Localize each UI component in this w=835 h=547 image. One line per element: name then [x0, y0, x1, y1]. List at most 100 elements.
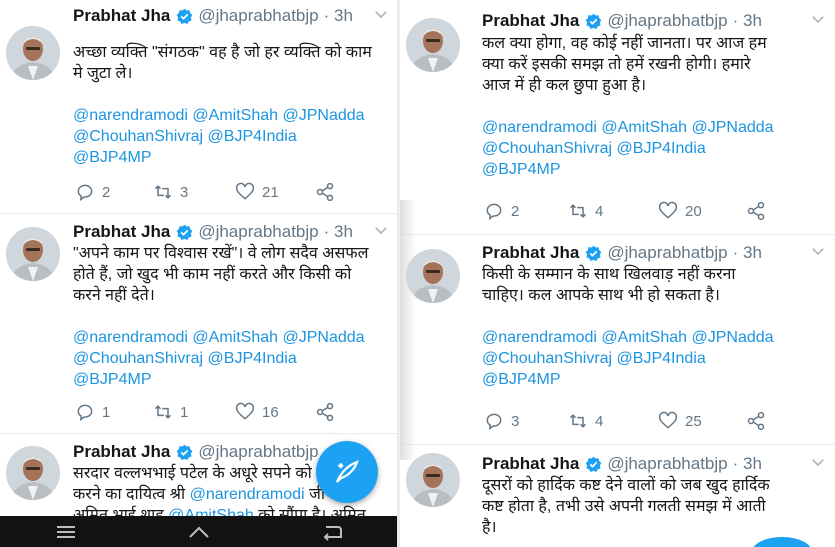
- mention-links[interactable]: @ChouhanShivraj @BJP4India: [482, 348, 821, 369]
- retweet-button[interactable]: 3: [153, 182, 235, 202]
- author-name[interactable]: Prabhat Jha: [482, 11, 579, 31]
- like-button[interactable]: 25: [658, 411, 746, 431]
- mention-links[interactable]: @ChouhanShivraj @BJP4India: [73, 126, 384, 147]
- author-name[interactable]: Prabhat Jha: [482, 454, 579, 474]
- tweet-time: · 3h: [732, 454, 762, 473]
- tweet-card[interactable]: Prabhat Jha @jhaprabhatbjp · 3h कल क्या …: [400, 0, 835, 235]
- like-count: 20: [685, 202, 702, 220]
- author-handle[interactable]: @jhaprabhatbjp: [198, 222, 318, 242]
- mention-links[interactable]: @BJP4MP: [73, 147, 384, 168]
- right-screenshot-panel: Prabhat Jha @jhaprabhatbjp · 3h कल क्या …: [400, 0, 835, 547]
- reply-button[interactable]: 3: [484, 411, 568, 431]
- mention-link[interactable]: @narendramodi: [190, 486, 305, 503]
- reply-icon: [486, 413, 502, 431]
- avatar[interactable]: [406, 18, 460, 72]
- reply-button[interactable]: 2: [484, 201, 568, 221]
- verified-badge-icon: [177, 224, 193, 240]
- tweet-header: Prabhat Jha @jhaprabhatbjp · 3h: [482, 452, 827, 476]
- author-handle[interactable]: @jhaprabhatbjp: [198, 6, 318, 26]
- chevron-down-icon[interactable]: [372, 221, 390, 239]
- chevron-down-icon[interactable]: [809, 453, 827, 471]
- reply-icon: [486, 203, 502, 221]
- menu-icon[interactable]: [53, 522, 79, 542]
- like-button[interactable]: 16: [235, 402, 315, 422]
- author-name[interactable]: Prabhat Jha: [73, 6, 170, 26]
- tweet-card[interactable]: Prabhat Jha @jhaprabhatbjp · 3h किसी के …: [400, 235, 835, 445]
- avatar[interactable]: [6, 227, 60, 281]
- share-icon: [316, 182, 334, 202]
- retweet-count: 3: [180, 183, 189, 201]
- verified-badge-icon: [586, 245, 602, 261]
- tweet-text-line: कल क्या होगा, वह कोई नहीं जानता। पर आज ह…: [482, 35, 767, 52]
- back-icon[interactable]: [319, 522, 345, 542]
- mention-links[interactable]: @ChouhanShivraj @BJP4India: [73, 348, 384, 369]
- avatar[interactable]: [6, 26, 60, 80]
- mention-links[interactable]: @narendramodi @AmitShah @JPNadda: [482, 327, 821, 348]
- compose-tweet-button[interactable]: [316, 441, 378, 503]
- share-button[interactable]: [315, 402, 335, 422]
- like-button[interactable]: 20: [658, 201, 746, 221]
- share-button[interactable]: [315, 182, 335, 202]
- tweet-text-line: क्या करें इसकी समझ तो हमें रखनी होगी। हम…: [482, 56, 751, 73]
- home-icon[interactable]: [186, 522, 212, 542]
- mention-links[interactable]: @narendramodi @AmitShah @JPNadda: [73, 105, 384, 126]
- author-handle[interactable]: @jhaprabhatbjp: [607, 11, 727, 31]
- share-button[interactable]: [746, 411, 766, 431]
- avatar[interactable]: [6, 446, 60, 500]
- reply-count: 2: [511, 202, 520, 220]
- retweet-icon: [569, 414, 587, 428]
- tweet-text-line: करने नहीं देते।: [73, 287, 155, 304]
- tweet-text-line: किसी के सम्मान के साथ खिलवाड़ नहीं करना: [482, 266, 736, 283]
- like-count: 21: [262, 183, 279, 201]
- share-button[interactable]: [746, 201, 766, 221]
- retweet-count: 4: [595, 202, 604, 220]
- tweet-text: किसी के सम्मान के साथ खिलवाड़ नहीं करना …: [482, 264, 821, 390]
- reply-button[interactable]: 2: [75, 182, 153, 202]
- mention-links[interactable]: @BJP4MP: [73, 369, 384, 390]
- retweet-count: 4: [595, 412, 604, 430]
- retweet-button[interactable]: 4: [568, 411, 658, 431]
- tweet-text-line: कष्ट होता है, तभी उसे अपनी गलती समझ में …: [482, 498, 766, 515]
- chevron-down-icon[interactable]: [809, 242, 827, 260]
- like-count: 16: [262, 403, 279, 421]
- share-icon: [316, 402, 334, 422]
- tweet-card[interactable]: Prabhat Jha @jhaprabhatbjp · 3h अच्छा व्…: [0, 0, 398, 214]
- author-name[interactable]: Prabhat Jha: [73, 442, 170, 462]
- chevron-down-icon[interactable]: [809, 10, 827, 28]
- mention-links[interactable]: @narendramodi @AmitShah @JPNadda: [73, 327, 384, 348]
- mention-links[interactable]: @narendramodi @AmitShah @JPNadda: [482, 117, 821, 138]
- retweet-button[interactable]: 4: [568, 201, 658, 221]
- like-count: 25: [685, 412, 702, 430]
- reply-icon: [77, 404, 93, 422]
- reply-count: 2: [102, 183, 111, 201]
- reply-icon: [77, 184, 93, 202]
- tweet-time: · 3h: [732, 11, 762, 30]
- mention-links[interactable]: @BJP4MP: [482, 159, 821, 180]
- author-handle[interactable]: @jhaprabhatbjp: [607, 243, 727, 263]
- tweet-text: दूसरों को हार्दिक कष्ट देने वालों को जब …: [482, 475, 829, 538]
- author-name[interactable]: Prabhat Jha: [482, 243, 579, 263]
- chevron-down-icon[interactable]: [372, 5, 390, 23]
- retweet-button[interactable]: 1: [153, 402, 235, 422]
- reply-button[interactable]: 1: [75, 402, 153, 422]
- author-handle[interactable]: @jhaprabhatbjp: [198, 442, 318, 462]
- author-handle[interactable]: @jhaprabhatbjp: [607, 454, 727, 474]
- mention-links[interactable]: @BJP4MP: [482, 369, 821, 390]
- tweet-card[interactable]: Prabhat Jha @jhaprabhatbjp · 3h दूसरों क…: [400, 445, 835, 547]
- tweet-text: अच्छा व्यक्ति "संगठक" वह है जो हर व्यक्त…: [73, 42, 384, 168]
- tweet-card[interactable]: Prabhat Jha @jhaprabhatbjp · 3h "अपने का…: [0, 214, 398, 434]
- tweet-text-line: है।: [482, 519, 497, 536]
- tweet-text-line: दूसरों को हार्दिक कष्ट देने वालों को जब …: [482, 477, 770, 494]
- heart-icon: [235, 402, 255, 420]
- avatar[interactable]: [406, 453, 460, 507]
- retweet-icon: [154, 405, 172, 419]
- mention-links[interactable]: @ChouhanShivraj @BJP4India: [482, 138, 821, 159]
- tweet-header: Prabhat Jha @jhaprabhatbjp · 3h: [73, 4, 390, 28]
- tweet-time: · 3h: [323, 6, 353, 25]
- tweet-time: · 3h: [323, 222, 353, 241]
- heart-icon: [235, 182, 255, 200]
- author-name[interactable]: Prabhat Jha: [73, 222, 170, 242]
- tweet-time: · 3h: [732, 243, 762, 262]
- share-icon: [747, 411, 765, 431]
- like-button[interactable]: 21: [235, 182, 315, 202]
